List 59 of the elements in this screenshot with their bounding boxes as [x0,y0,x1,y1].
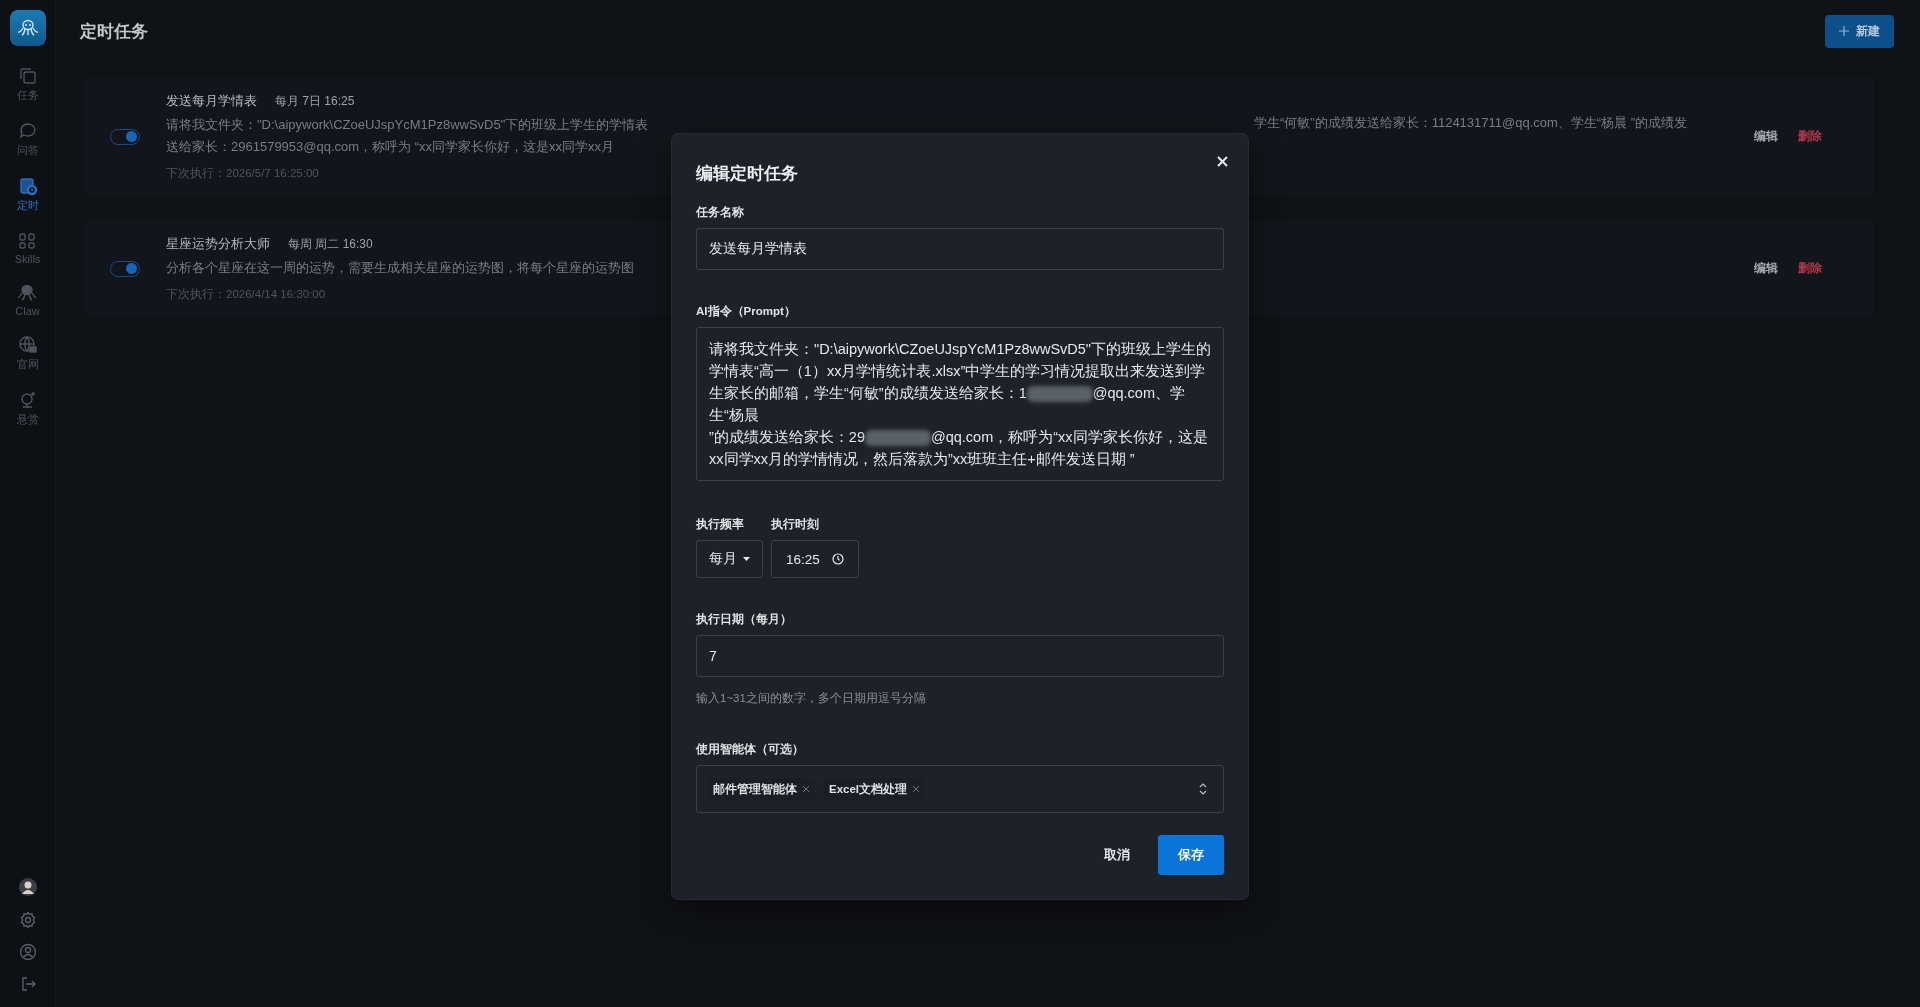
task-name: 发送每月学情表 [166,92,257,110]
hint-text: 输入1~31之间的数字，多个日期用逗号分隔 [696,691,927,706]
field-label: 执行日期（每月） [696,612,793,627]
date-field[interactable]: 7 [696,635,1224,677]
page-title: 定时任务 [80,20,148,43]
avatar-icon[interactable] [18,877,37,897]
clock-icon [831,553,844,565]
agent-tag: 邮件管理智能体 [707,777,815,801]
field-label: AI指令（Prompt） [696,304,797,319]
task-schedule: 每周 周二 16:30 [288,236,373,253]
sidebar-item[interactable]: 官网 [12,333,43,374]
task-name: 星座运势分析大师 [166,235,270,253]
sidebar-item[interactable]: Skills [10,229,45,267]
agent-tag: Excel文档处理 [823,777,926,801]
field-label: 执行频率 [696,517,745,532]
sidebar-item[interactable]: 悬赏 [12,388,43,429]
task-description: 学生“何敏”的成绩发送给家长：1124131711@qq.com、学生“杨晨 ”的成绩发 [1254,114,1689,132]
next-run-text: 下次执行：2026/4/14 16:30:00 [166,287,327,302]
remove-icon[interactable] [803,786,809,792]
close-icon[interactable] [1217,156,1228,167]
user-icon[interactable] [18,943,37,961]
sidebar-item[interactable]: 任务 [12,64,43,105]
task-description: 送给家长：2961579953@qq.com，称呼为 “xx同学家长你好，这是xx同学xx月 [166,138,616,156]
stacked-squares-icon [17,66,38,86]
globe-icon [17,335,38,355]
blurred-text [864,430,931,447]
blurred-text [1026,386,1093,403]
frequency-select[interactable]: 每月 [696,540,763,578]
plus-icon [1839,26,1849,36]
sidebar-item[interactable]: 定时 [12,174,43,215]
cancel-button[interactable]: 取消 [1096,838,1138,872]
task-description: 请将我文件夹："D:\aipywork\CZoeUJspYcM1Pz8wwSvD5"下的班级上学生的学情表 [166,116,650,134]
save-button[interactable]: 保存 [1158,835,1224,875]
delete-link[interactable]: 删除 [1798,260,1822,277]
settings-icon[interactable] [18,911,37,929]
next-run-text: 下次执行：2026/5/7 16:25:00 [166,166,320,181]
task-name-field[interactable]: 发送每月学情表 [696,228,1224,270]
calendar-clock-icon [17,176,38,196]
edit-link[interactable]: 编辑 [1754,128,1778,145]
remove-icon[interactable] [913,786,920,792]
grid-icon [17,231,38,251]
field-label: 执行时刻 [771,517,820,532]
delete-link[interactable]: 删除 [1798,128,1822,145]
sidebar-item[interactable]: 问答 [12,119,43,160]
octopus-icon [17,283,38,303]
time-field[interactable]: 16:25 [771,540,859,578]
prompt-field[interactable]: 请将我文件夹："D:\aipywork\CZoeUJspYcM1Pz8wwSvD5"下的班级上学生的学情表“高一（1）xx月学情统计表.xlsx”中学生的学习情况提取出来发送到学生家长的邮箱，学生“何敏”的成绩发送给家长：1 @qq.com、学生“杨晨 ”的成绩发送给家长：29 @qq.com，称呼为“xx同学家长你好，这是xx同学xx月的学情情况，然后落款为”xx班班主任+邮件发送日期 ” [696,327,1224,481]
octopus-logo-icon[interactable] [9,10,46,46]
edit-link[interactable]: 编辑 [1754,260,1778,277]
task-schedule: 每月 7日 16:25 [275,93,355,110]
sidebar-item[interactable]: Claw [11,281,44,319]
caret-icon [743,557,750,561]
dialog-title: 编辑定时任务 [696,163,799,185]
sort-arrows-icon [1199,783,1207,795]
chat-bubble-icon [17,121,38,141]
agent-select[interactable]: 邮件管理智能体 Excel文档处理 [696,765,1224,813]
new-button[interactable]: 新建 [1825,14,1894,48]
field-label: 任务名称 [696,205,745,220]
field-label: 使用智能体（可选） [696,742,805,757]
